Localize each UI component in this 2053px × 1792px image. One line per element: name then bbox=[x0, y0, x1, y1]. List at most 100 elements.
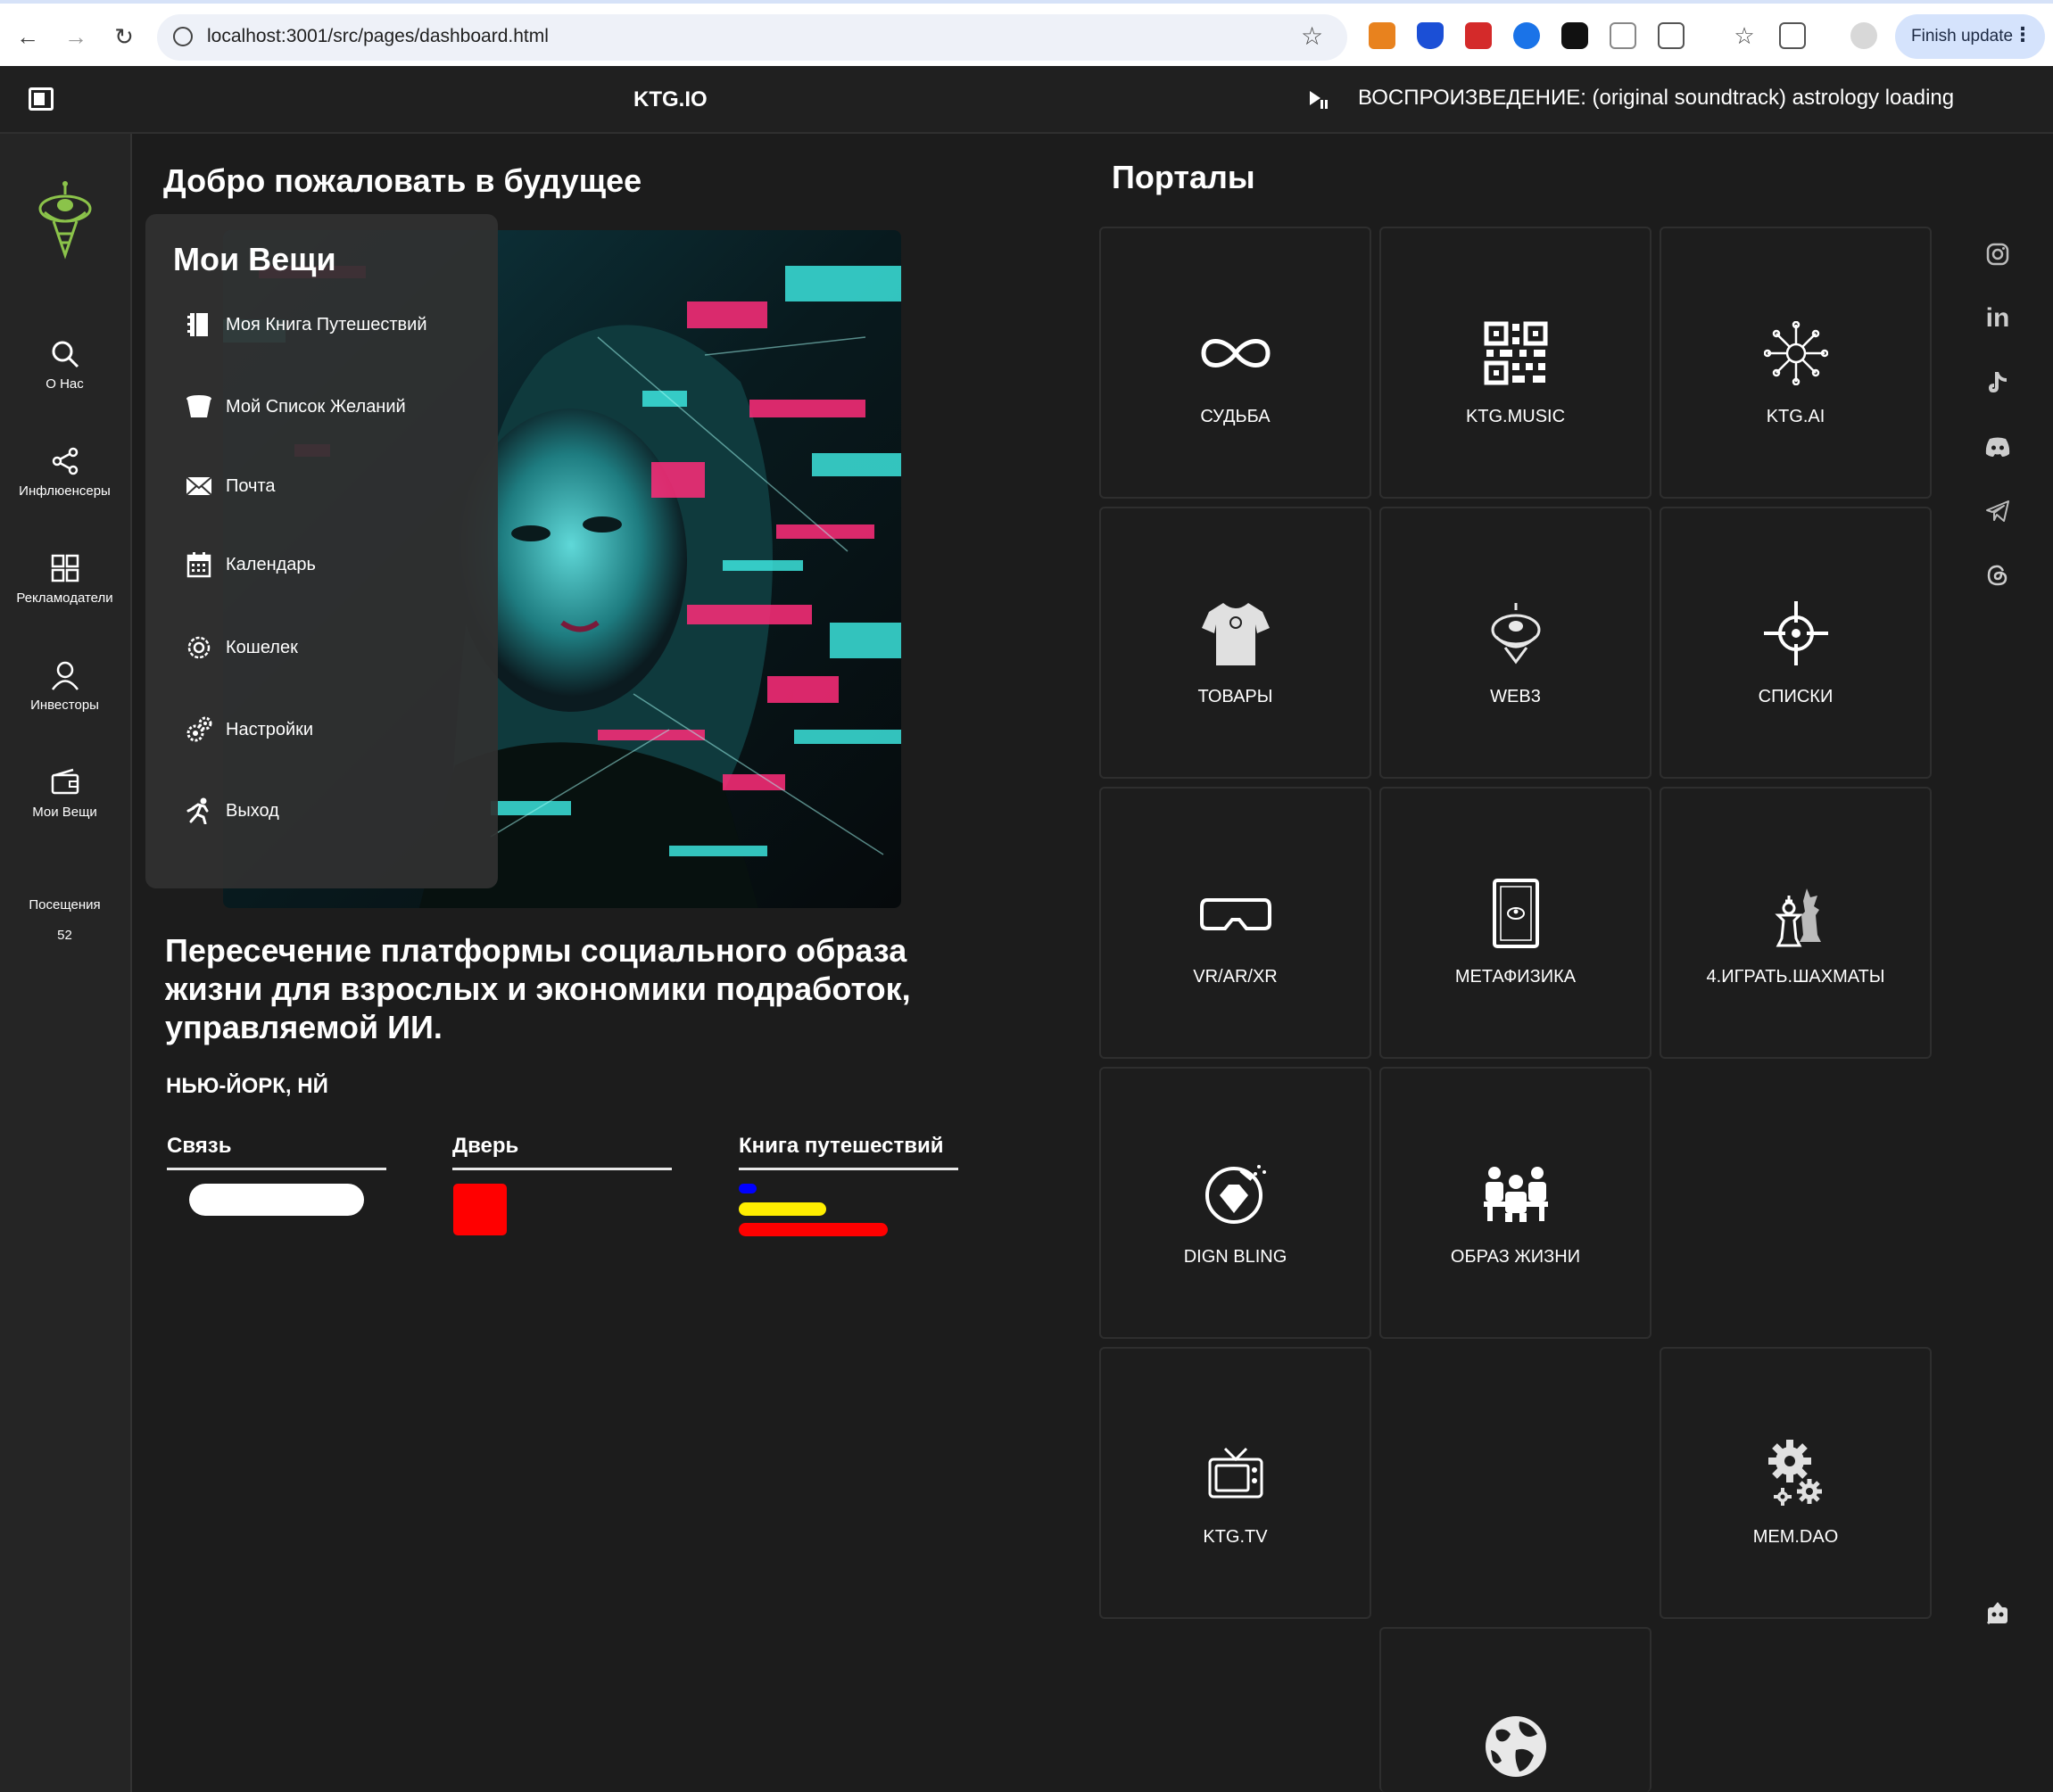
browser-chrome: ← → ↻ localhost:3001/src/pages/dashboard… bbox=[0, 0, 2053, 66]
portal-tile-metaphysics[interactable]: МЕТАФИЗИКА bbox=[1379, 787, 1652, 1059]
tab-door[interactable]: Дверь bbox=[452, 1134, 672, 1170]
sidebar-item-label: Инвесторы bbox=[30, 698, 99, 713]
pdf-extension-icon[interactable] bbox=[1465, 22, 1492, 49]
menu-item-wishlist[interactable]: Мой Список Желаний bbox=[185, 392, 406, 421]
sidebar-item-label: Мои Вещи bbox=[32, 805, 97, 820]
kebab-menu-icon[interactable]: ⋮ bbox=[2013, 23, 2032, 46]
travel-book-bar-blue bbox=[739, 1184, 757, 1193]
sidebar-item-label: Инфлюенсеры bbox=[19, 483, 111, 499]
portal-tile-web3[interactable]: WEB3 bbox=[1379, 507, 1652, 779]
menu-item-label: Моя Книга Путешествий bbox=[226, 314, 427, 334]
brand-title[interactable]: KTG.IO bbox=[633, 87, 708, 112]
wallet-gear-icon bbox=[185, 633, 213, 662]
bookmark-star-icon[interactable]: ☆ bbox=[1301, 21, 1323, 51]
menu-item-mail[interactable]: Почта bbox=[185, 472, 276, 500]
gears-icon bbox=[185, 715, 213, 744]
visits-label: Посещения bbox=[29, 897, 101, 913]
portal-tile-dao[interactable]: MEM.DAO bbox=[1660, 1347, 1932, 1619]
tshirt-icon bbox=[1101, 598, 1370, 669]
play-pause-icon[interactable] bbox=[1308, 89, 1328, 115]
portal-label: СПИСКИ bbox=[1758, 687, 1834, 706]
sidebar-item-investors[interactable]: Инвесторы bbox=[0, 660, 129, 713]
back-icon[interactable]: ← bbox=[11, 20, 45, 54]
alien-ship-icon bbox=[1381, 598, 1650, 669]
sidebar-item-advertisers[interactable]: Рекламодатели bbox=[0, 553, 129, 606]
sidebar-item-label: Рекламодатели bbox=[16, 590, 113, 606]
menu-item-label: Выход bbox=[226, 800, 279, 821]
sidebar-item-label: О Нас bbox=[46, 376, 84, 392]
tab-door-label: Дверь bbox=[452, 1134, 519, 1158]
portal-tile-globe[interactable] bbox=[1379, 1627, 1652, 1792]
visits-count: 52 bbox=[57, 928, 72, 943]
mail-icon bbox=[185, 472, 213, 500]
menu-item-logout[interactable]: Выход bbox=[185, 797, 279, 825]
threads-icon[interactable] bbox=[1983, 560, 2013, 590]
sidebar-item-about[interactable]: О Нас bbox=[0, 339, 129, 392]
portal-label: KTG.MUSIC bbox=[1465, 407, 1566, 426]
sidebar-item-influencers[interactable]: Инфлюенсеры bbox=[0, 446, 129, 499]
menu-item-label: Мой Список Желаний bbox=[226, 396, 406, 417]
tab-travel-book[interactable]: Книга путешествий bbox=[739, 1134, 958, 1170]
tab-connection-label: Связь bbox=[167, 1134, 232, 1158]
portals-title: Порталы bbox=[1112, 159, 1255, 195]
tiktok-icon[interactable] bbox=[1983, 367, 2013, 398]
bookmarks-icon[interactable]: ☆ bbox=[1731, 22, 1758, 49]
tagline: Пересечение платформы социального образа… bbox=[165, 932, 911, 1045]
vr-headset-icon bbox=[1101, 878, 1370, 949]
tab-travel-book-label: Книга путешествий bbox=[739, 1134, 944, 1158]
portal-label: 4.ИГРАТЬ.ШАХМАТЫ bbox=[1706, 967, 1885, 987]
linkedin-icon[interactable]: in bbox=[1983, 303, 2013, 334]
reload-icon[interactable]: ↻ bbox=[107, 20, 141, 54]
menu-item-label: Кошелек bbox=[226, 637, 298, 657]
page-title: Добро пожаловать в будущее bbox=[163, 162, 642, 199]
location-label: НЬЮ-ЙОРК, НЙ bbox=[166, 1074, 328, 1098]
portal-tile-tv[interactable]: KTG.TV bbox=[1099, 1347, 1371, 1619]
cast-extension-icon[interactable] bbox=[1610, 22, 1636, 49]
user-icon bbox=[51, 661, 79, 690]
alien-logo[interactable] bbox=[34, 180, 96, 265]
book-icon bbox=[185, 310, 213, 339]
discord-icon[interactable] bbox=[1983, 432, 2013, 462]
chat-support-icon[interactable] bbox=[1983, 1598, 2013, 1629]
url-text[interactable]: localhost:3001/src/pages/dashboard.html bbox=[207, 26, 549, 47]
portal-tile-goods[interactable]: ТОВАРЫ bbox=[1099, 507, 1371, 779]
menu-item-wallet[interactable]: Кошелек bbox=[185, 633, 298, 662]
menu-item-calendar[interactable]: Календарь bbox=[185, 550, 316, 579]
menu-item-travel-book[interactable]: Моя Книга Путешествий bbox=[185, 310, 427, 339]
portal-tile-lifestyle[interactable]: ОБРАЗ ЖИЗНИ bbox=[1379, 1067, 1652, 1339]
profile-avatar-icon[interactable] bbox=[1850, 22, 1877, 49]
shield-extension-icon[interactable] bbox=[1417, 22, 1444, 49]
blue-circle-extension-icon[interactable] bbox=[1513, 22, 1540, 49]
metamask-extension-icon[interactable] bbox=[1369, 22, 1395, 49]
site-info-icon[interactable] bbox=[173, 27, 193, 46]
sidebar-toggle-icon[interactable] bbox=[29, 87, 54, 111]
portal-label: ОБРАЗ ЖИЗНИ bbox=[1450, 1247, 1581, 1267]
dark-extension-icon[interactable] bbox=[1561, 22, 1588, 49]
app-top-bar: KTG.IO ВОСПРОИЗВЕДЕНИЕ: (original soundt… bbox=[0, 66, 2053, 134]
portal-tile-lists[interactable]: СПИСКИ bbox=[1660, 507, 1932, 779]
tab-search-icon[interactable] bbox=[1779, 22, 1806, 49]
chess-icon bbox=[1661, 878, 1930, 949]
cup-icon bbox=[185, 392, 213, 421]
address-bar[interactable]: localhost:3001/src/pages/dashboard.html … bbox=[157, 14, 1347, 61]
sidebar-item-my-things[interactable]: Мои Вещи bbox=[0, 767, 129, 820]
portal-tile-bling[interactable]: DIGN BLING bbox=[1099, 1067, 1371, 1339]
menu-item-label: Настройки bbox=[226, 719, 314, 739]
forward-icon[interactable]: → bbox=[59, 20, 93, 54]
portal-tile-music[interactable]: KTG.MUSIC bbox=[1379, 227, 1652, 499]
crosshair-icon bbox=[1661, 598, 1930, 669]
now-playing-text: ВОСПРОИЗВЕДЕНИЕ: (original soundtrack) a… bbox=[1358, 86, 1955, 110]
portal-label: МЕТАФИЗИКА bbox=[1454, 967, 1577, 987]
portal-tile-chess[interactable]: 4.ИГРАТЬ.ШАХМАТЫ bbox=[1660, 787, 1932, 1059]
portal-tile-ai[interactable]: KTG.AI bbox=[1660, 227, 1932, 499]
wallet-icon bbox=[51, 768, 79, 795]
menu-item-settings[interactable]: Настройки bbox=[185, 715, 313, 744]
extensions-puzzle-icon[interactable] bbox=[1658, 22, 1685, 49]
portal-tile-vr[interactable]: VR/AR/XR bbox=[1099, 787, 1371, 1059]
telegram-icon[interactable] bbox=[1983, 496, 2013, 526]
portal-tile-destiny[interactable]: СУДЬБА bbox=[1099, 227, 1371, 499]
finish-update-button[interactable]: Finish update ⋮ bbox=[1895, 14, 2045, 59]
tab-connection[interactable]: Связь bbox=[167, 1134, 386, 1170]
travel-book-bar-yellow bbox=[739, 1202, 826, 1216]
instagram-icon[interactable] bbox=[1983, 239, 2013, 269]
